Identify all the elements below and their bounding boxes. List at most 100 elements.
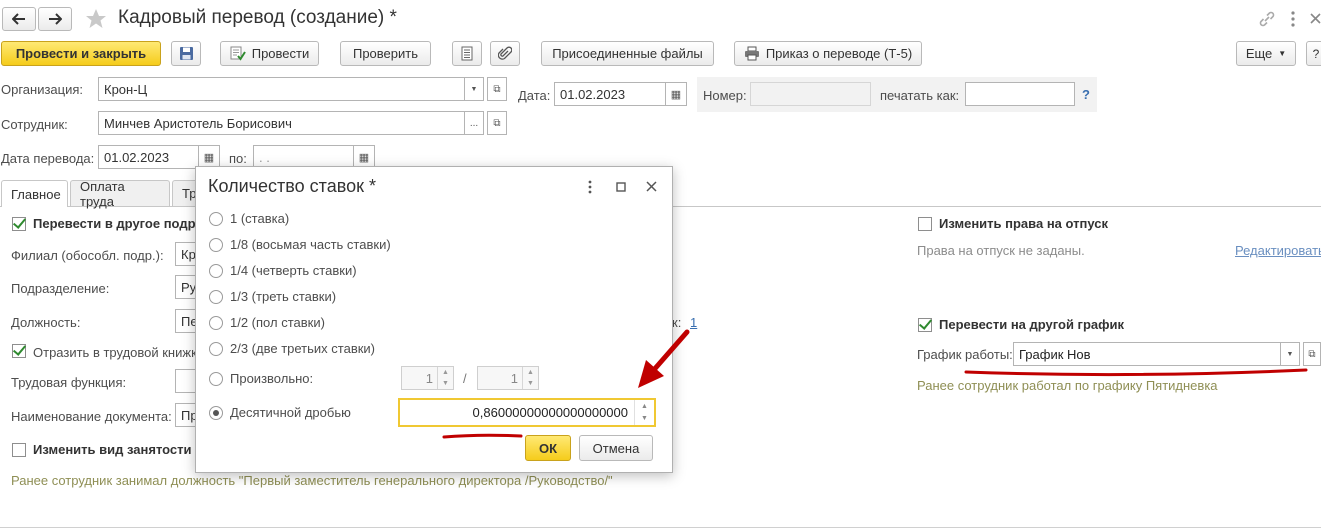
help-text: ? bbox=[1312, 46, 1320, 61]
ok-button[interactable]: ОК bbox=[525, 435, 571, 461]
fraction-slash: / bbox=[463, 371, 467, 386]
numerator-stepper[interactable]: ▲ ▼ bbox=[437, 367, 453, 389]
annotation-underline-schedule bbox=[964, 368, 1308, 377]
rates-label-tail: к: bbox=[672, 315, 682, 330]
employee-label: Сотрудник: bbox=[1, 117, 68, 132]
post-document-icon bbox=[230, 46, 246, 61]
transfer-date-field[interactable]: 01.02.2023 bbox=[98, 145, 199, 169]
tab-main[interactable]: Главное bbox=[1, 180, 68, 207]
decimal-value: 0,86000000000000000000 bbox=[472, 405, 628, 420]
employee-open[interactable]: ⧉ bbox=[487, 111, 507, 135]
transfer-dept-label: Перевести в другое подр bbox=[33, 216, 196, 231]
back-button[interactable] bbox=[2, 7, 36, 31]
change-employment-label: Изменить вид занятости bbox=[33, 442, 192, 457]
check-button[interactable]: Проверить bbox=[340, 41, 431, 66]
transfer-dept-checkbox[interactable] bbox=[12, 217, 26, 231]
ellipsis-icon: ... bbox=[469, 117, 479, 129]
labor-function-label: Трудовая функция: bbox=[11, 375, 127, 390]
dialog-more-icon[interactable] bbox=[587, 180, 593, 194]
forward-button[interactable] bbox=[38, 7, 72, 31]
option-radio-1-8[interactable] bbox=[209, 238, 223, 252]
work-schedule-open[interactable]: ⧉ bbox=[1303, 342, 1321, 366]
option-label-2-3: 2/3 (две третьих ставки) bbox=[230, 341, 376, 356]
option-label-arbitrary: Произвольно: bbox=[230, 371, 314, 386]
denominator-value: 1 bbox=[510, 370, 518, 386]
reflect-label: Отразить в трудовой книжк bbox=[33, 345, 197, 360]
dropdown-arrow-icon: ▼ bbox=[470, 85, 478, 93]
decimal-stepper[interactable]: ▲ ▼ bbox=[634, 400, 654, 425]
reflect-checkbox[interactable] bbox=[12, 344, 26, 358]
print-order-label: Приказ о переводе (Т-5) bbox=[765, 46, 913, 61]
option-radio-arbitrary[interactable] bbox=[209, 372, 223, 386]
to-label: по: bbox=[229, 151, 247, 166]
organization-field[interactable]: Крон-Ц bbox=[98, 77, 465, 101]
link-icon[interactable] bbox=[1258, 10, 1276, 28]
post-button[interactable]: Провести bbox=[220, 41, 319, 66]
date-calendar[interactable]: ▦ bbox=[665, 82, 687, 106]
rates-link[interactable]: 1 bbox=[690, 315, 697, 330]
dialog-maximize-icon[interactable] bbox=[616, 182, 626, 192]
organization-dropdown[interactable]: ▼ bbox=[464, 77, 484, 101]
date-field[interactable]: 01.02.2023 bbox=[554, 82, 666, 106]
number-help[interactable]: ? bbox=[1082, 87, 1090, 102]
attached-files-button[interactable]: Присоединенные файлы bbox=[541, 41, 714, 66]
printer-icon bbox=[744, 46, 759, 61]
option-radio-1[interactable] bbox=[209, 212, 223, 226]
numerator-field[interactable]: 1 ▲ ▼ bbox=[401, 366, 454, 390]
option-label-decimal: Десятичной дробью bbox=[230, 405, 351, 420]
option-radio-1-2[interactable] bbox=[209, 316, 223, 330]
post-and-close-button[interactable]: Провести и закрыть bbox=[1, 41, 161, 66]
organization-open[interactable]: ⧉ bbox=[487, 77, 507, 101]
save-button[interactable] bbox=[171, 41, 201, 66]
print-as-label: печатать как: bbox=[880, 88, 960, 103]
decimal-field[interactable]: 0,86000000000000000000 ▲ ▼ bbox=[398, 398, 656, 427]
schedule-checkbox[interactable] bbox=[918, 318, 932, 332]
division-label: Подразделение: bbox=[11, 281, 110, 296]
report-button[interactable] bbox=[452, 41, 482, 66]
number-label: Номер: bbox=[703, 88, 747, 103]
work-schedule-field[interactable]: График Нов bbox=[1013, 342, 1281, 366]
dropdown-arrow-icon: ▼ bbox=[1278, 49, 1287, 58]
option-radio-2-3[interactable] bbox=[209, 342, 223, 356]
option-label-1: 1 (ставка) bbox=[230, 211, 290, 226]
denominator-field[interactable]: 1 ▲ ▼ bbox=[477, 366, 539, 390]
open-form-icon: ⧉ bbox=[493, 117, 501, 129]
close-window-icon[interactable] bbox=[1310, 10, 1321, 28]
open-form-icon: ⧉ bbox=[1308, 348, 1316, 360]
attach-button[interactable] bbox=[490, 41, 520, 66]
employee-select[interactable]: ... bbox=[464, 111, 484, 135]
option-label-1-2: 1/2 (пол ставки) bbox=[230, 315, 325, 330]
tab-payment[interactable]: Оплата труда bbox=[70, 179, 170, 209]
print-order-button[interactable]: Приказ о переводе (Т-5) bbox=[734, 41, 922, 66]
help-button[interactable]: ? bbox=[1306, 41, 1321, 66]
branch-label: Филиал (обособл. подр.): bbox=[11, 248, 164, 263]
star-icon[interactable] bbox=[85, 8, 107, 29]
calendar-icon: ▦ bbox=[358, 151, 370, 164]
dropdown-arrow-icon: ▼ bbox=[1286, 350, 1294, 358]
change-employment-checkbox[interactable] bbox=[12, 443, 26, 457]
vacation-checkbox[interactable] bbox=[918, 217, 932, 231]
edit-vacation-link[interactable]: Редактировать bbox=[1235, 243, 1321, 258]
print-as-field[interactable] bbox=[965, 82, 1075, 106]
calendar-icon: ▦ bbox=[203, 151, 215, 164]
more-vertical-icon[interactable] bbox=[1290, 10, 1296, 28]
report-list-icon bbox=[461, 46, 473, 61]
option-label-1-4: 1/4 (четверть ставки) bbox=[230, 263, 357, 278]
dialog-close-icon[interactable] bbox=[646, 181, 657, 192]
position-label: Должность: bbox=[11, 315, 81, 330]
option-radio-decimal[interactable] bbox=[209, 406, 223, 420]
arrow-right-icon bbox=[49, 13, 62, 25]
option-radio-1-3[interactable] bbox=[209, 290, 223, 304]
denominator-stepper[interactable]: ▲ ▼ bbox=[522, 367, 538, 389]
employee-field[interactable]: Минчев Аристотель Борисович bbox=[98, 111, 465, 135]
option-radio-1-4[interactable] bbox=[209, 264, 223, 278]
floppy-disk-icon bbox=[179, 47, 193, 60]
cancel-button[interactable]: Отмена bbox=[579, 435, 653, 461]
window-title: Кадровый перевод (создание) * bbox=[118, 7, 397, 28]
more-button[interactable]: Еще ▼ bbox=[1236, 41, 1296, 66]
footer-line bbox=[0, 527, 1321, 528]
work-schedule-dropdown[interactable]: ▼ bbox=[1280, 342, 1300, 366]
dialog-title: Количество ставок * bbox=[208, 176, 376, 196]
number-field[interactable] bbox=[750, 82, 871, 106]
open-form-icon: ⧉ bbox=[493, 83, 501, 95]
